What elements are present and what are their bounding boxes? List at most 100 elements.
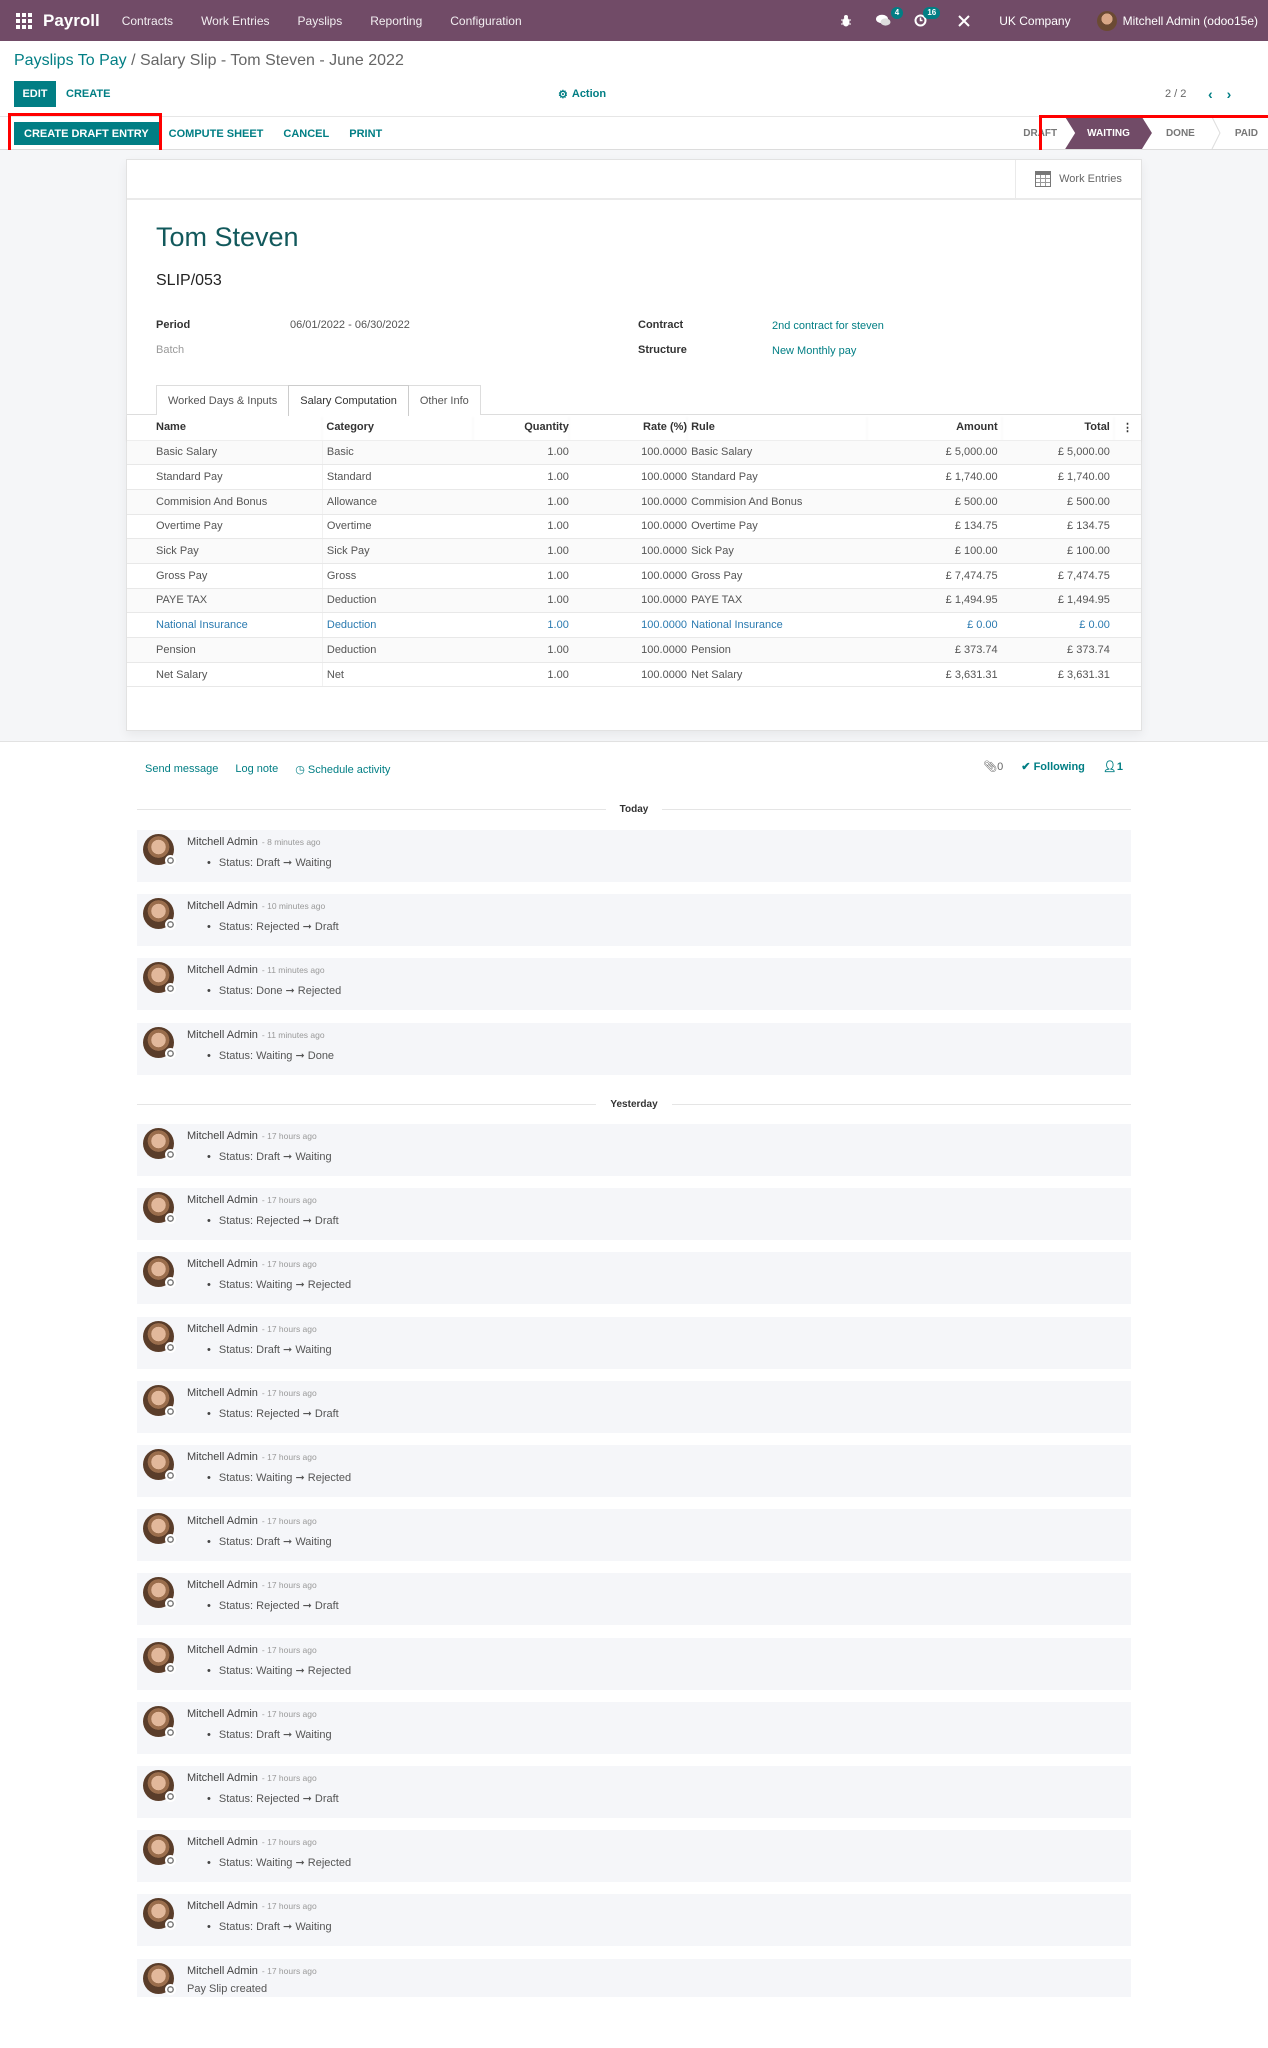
cancel-button[interactable]: CANCEL <box>283 128 329 140</box>
column-header-quantity[interactable]: Quantity <box>472 415 569 441</box>
menu-configuration[interactable]: Configuration <box>450 14 521 28</box>
table-row[interactable]: PAYE TAX Deduction 1.00 100.0000 PAYE TAX £ 1… <box>127 588 1141 614</box>
debug-bug-icon[interactable] <box>835 10 857 32</box>
followers-button[interactable]: 👤︎1 <box>1103 760 1123 773</box>
company-switcher[interactable]: UK Company <box>999 14 1070 28</box>
cell-category: Basic <box>321 440 473 466</box>
message-header: Mitchell Admin - 17 hours ago <box>187 1387 317 1399</box>
cell-category: Allowance <box>321 489 473 515</box>
action-menu-button[interactable]: ⚙ Action <box>558 81 606 107</box>
table-row[interactable]: Commision And Bonus Allowance 1.00 100.0000… <box>127 489 1141 515</box>
cell-total: £ 1,740.00 <box>1001 464 1114 490</box>
optional-columns-toggle-icon[interactable]: ⋮ <box>1113 415 1141 441</box>
create-button[interactable]: CREATE <box>66 81 110 107</box>
message-author[interactable]: Mitchell Admin <box>187 1965 258 1977</box>
presence-status-icon <box>165 1342 176 1353</box>
apps-menu-icon[interactable] <box>14 11 34 31</box>
tab-worked-days-inputs[interactable]: Worked Days & Inputs <box>156 385 290 415</box>
message-author[interactable]: Mitchell Admin <box>187 1836 258 1848</box>
column-header-category[interactable]: Category <box>322 415 473 441</box>
message-author[interactable]: Mitchell Admin <box>187 1258 258 1270</box>
message-author[interactable]: Mitchell Admin <box>187 836 258 848</box>
menu-reporting[interactable]: Reporting <box>370 14 422 28</box>
cell-category: Net <box>321 662 473 688</box>
separator-label: Today <box>619 803 649 815</box>
message-author[interactable]: Mitchell Admin <box>187 1515 258 1527</box>
pager-nav: ‹ › <box>1208 81 1231 107</box>
contract-link[interactable]: 2nd contract for steven <box>772 320 884 332</box>
message-header: Mitchell Admin - 17 hours ago <box>187 1965 317 1977</box>
attachments-button[interactable]: 📎︎0 <box>983 760 1003 773</box>
tab-salary-computation[interactable]: Salary Computation <box>288 385 409 416</box>
column-header-amount[interactable]: Amount <box>867 415 1002 441</box>
message-author[interactable]: Mitchell Admin <box>187 1772 258 1784</box>
presence-status-icon <box>165 1727 176 1738</box>
structure-link[interactable]: New Monthly pay <box>772 345 856 357</box>
schedule-activity-button[interactable]: ◷ Schedule activity <box>295 763 390 776</box>
chevron-right-icon[interactable]: › <box>1227 86 1232 102</box>
message-author[interactable]: Mitchell Admin <box>187 1644 258 1656</box>
message-author[interactable]: Mitchell Admin <box>187 900 258 912</box>
tab-other-info[interactable]: Other Info <box>407 385 481 415</box>
cell-name: National Insurance <box>127 612 323 638</box>
message-author[interactable]: Mitchell Admin <box>187 1029 258 1041</box>
menu-work-entries[interactable]: Work Entries <box>201 14 269 28</box>
cell-rate: 100.0000 <box>568 588 688 614</box>
compute-sheet-button[interactable]: COMPUTE SHEET <box>169 128 264 140</box>
send-message-button[interactable]: Send message <box>145 763 218 775</box>
presence-status-icon <box>165 1048 176 1059</box>
log-note-button[interactable]: Log note <box>235 763 278 775</box>
table-row[interactable]: Standard Pay Standard 1.00 100.0000 Standard… <box>127 464 1141 490</box>
user-avatar[interactable] <box>1096 10 1117 31</box>
message-author[interactable]: Mitchell Admin <box>187 1130 258 1142</box>
table-row[interactable]: Basic Salary Basic 1.00 100.0000 Basic Salar… <box>127 440 1141 466</box>
column-header-name[interactable]: Name <box>127 415 323 441</box>
presence-status-icon <box>165 919 176 930</box>
message-author[interactable]: Mitchell Admin <box>187 1194 258 1206</box>
message-author[interactable]: Mitchell Admin <box>187 1387 258 1399</box>
message-item: Mitchell Admin- 17 hours ago Status: Reje… <box>137 1766 1131 1818</box>
table-row[interactable]: National Insurance Deduction 1.00 100.0000 N… <box>127 612 1141 638</box>
table-row[interactable]: Overtime Pay Overtime 1.00 100.0000 Overtime… <box>127 514 1141 540</box>
message-header: Mitchell Admin - 11 minutes ago <box>187 964 325 976</box>
chevron-left-icon[interactable]: ‹ <box>1208 86 1213 102</box>
form-sheet: Work Entries Tom Steven SLIP/053 Period … <box>126 159 1142 731</box>
message-author[interactable]: Mitchell Admin <box>187 1323 258 1335</box>
cell-amount: £ 373.74 <box>867 637 1002 663</box>
message-author[interactable]: Mitchell Admin <box>187 1900 258 1912</box>
tools-icon[interactable] <box>953 10 975 32</box>
app-brand[interactable]: Payroll <box>43 11 100 31</box>
breadcrumb-current: Salary Slip - Tom Steven - June 2022 <box>140 52 404 69</box>
message-author[interactable]: Mitchell Admin <box>187 1579 258 1591</box>
menu-contracts[interactable]: Contracts <box>122 14 173 28</box>
attachments-count: 0 <box>997 761 1004 773</box>
print-button[interactable]: PRINT <box>349 128 382 140</box>
column-header-total[interactable]: Total <box>1001 415 1114 441</box>
following-button[interactable]: ✔ Following <box>1021 760 1085 773</box>
menu-payslips[interactable]: Payslips <box>298 14 343 28</box>
activities-clock-icon[interactable]: 16 <box>909 6 941 32</box>
message-author[interactable]: Mitchell Admin <box>187 1451 258 1463</box>
message-author[interactable]: Mitchell Admin <box>187 1708 258 1720</box>
messages-icon[interactable]: 4 <box>872 6 904 32</box>
column-header-rule[interactable]: Rule <box>687 415 868 441</box>
message-item: Mitchell Admin- 10 minutes ago Status: Re… <box>137 894 1131 946</box>
table-row[interactable]: Gross Pay Gross 1.00 100.0000 Gross Pay £ 7,4… <box>127 563 1141 589</box>
message-author[interactable]: Mitchell Admin <box>187 964 258 976</box>
cell-name: Overtime Pay <box>127 514 323 540</box>
presence-status-icon <box>165 1855 176 1866</box>
table-row[interactable]: Net Salary Net 1.00 100.0000 Net Salary £ 3,6… <box>127 662 1141 688</box>
pager-value[interactable]: 2 / 2 <box>1165 81 1186 107</box>
cell-spacer <box>1113 464 1141 490</box>
message-date: - 11 minutes ago <box>261 1030 325 1040</box>
column-header-rate[interactable]: Rate (%) <box>568 415 688 441</box>
work-entries-button[interactable]: Work Entries <box>1015 160 1141 198</box>
breadcrumb-payslips-to-pay[interactable]: Payslips To Pay <box>14 52 127 69</box>
edit-button[interactable]: EDIT <box>14 81 56 107</box>
message-body: Status: Done ➞ Rejected <box>211 984 341 997</box>
table-row[interactable]: Pension Deduction 1.00 100.0000 Pension £ 373… <box>127 637 1141 663</box>
table-row[interactable]: Sick Pay Sick Pay 1.00 100.0000 Sick Pay £ 10… <box>127 538 1141 564</box>
structure-label: Structure <box>638 344 687 356</box>
message-header: Mitchell Admin - 17 hours ago <box>187 1579 317 1591</box>
user-menu[interactable]: Mitchell Admin (odoo15e) <box>1123 14 1258 28</box>
